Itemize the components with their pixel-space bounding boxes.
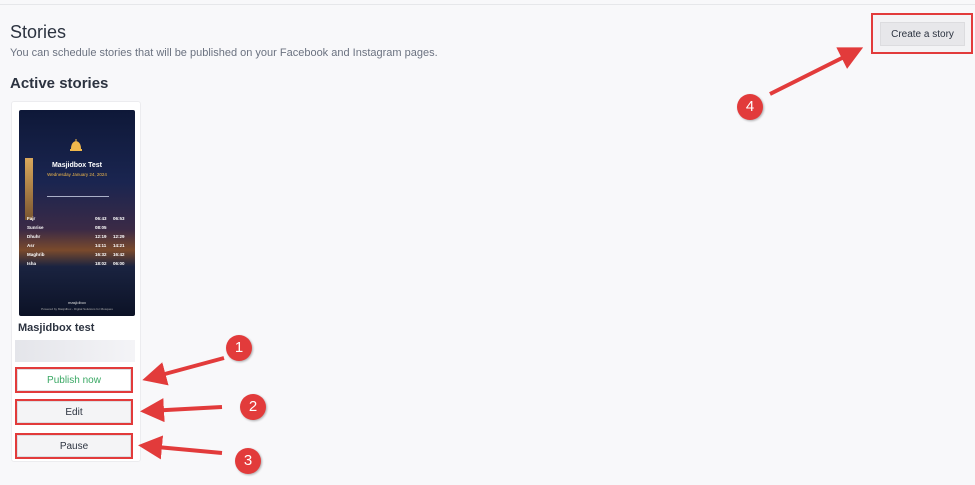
annotation-badge-2: 2 bbox=[240, 394, 266, 420]
story-card: Masjidbox Test Wednesday January 24, 202… bbox=[11, 101, 141, 462]
thumbnail-tagline: Powered by Masjidbox - Digital Solutions… bbox=[41, 307, 113, 311]
pause-highlight: Pause bbox=[15, 433, 133, 459]
thumbnail-divider bbox=[47, 196, 109, 197]
prayer-row: Maghrib 16:32 16:42 bbox=[27, 252, 125, 257]
edit-highlight: Edit bbox=[15, 399, 133, 425]
section-title-active-stories: Active stories bbox=[10, 75, 109, 92]
thumbnail-brand: masjidbox bbox=[67, 300, 86, 305]
thumbnail-date: Wednesday January 24, 2024 bbox=[47, 172, 107, 177]
prayer-row: Asr 14:11 14:21 bbox=[27, 243, 125, 248]
create-story-highlight: Create a story bbox=[871, 13, 973, 54]
story-name: Masjidbox test bbox=[18, 322, 95, 334]
prayer-row: Isha 18:02 06:00 bbox=[27, 261, 125, 266]
prayer-row: Dhuhr 12:19 12:29 bbox=[27, 234, 125, 239]
prayer-row: Fajr 06:43 06:53 bbox=[27, 216, 125, 221]
publish-highlight: Publish now bbox=[15, 367, 133, 393]
thumbnail-title: Masjidbox Test bbox=[51, 162, 103, 169]
annotation-arrows bbox=[138, 47, 864, 460]
pause-button[interactable]: Pause bbox=[17, 435, 131, 457]
arrow-4 bbox=[769, 47, 864, 96]
annotation-badge-3: 3 bbox=[235, 448, 261, 474]
create-story-button[interactable]: Create a story bbox=[880, 22, 965, 46]
edit-button[interactable]: Edit bbox=[17, 401, 131, 423]
dome-icon bbox=[70, 139, 82, 151]
arrow-1 bbox=[142, 356, 225, 386]
prayer-row: Sunrise 08:05 bbox=[27, 225, 107, 230]
loading-placeholder bbox=[15, 340, 135, 362]
page-title: Stories bbox=[10, 22, 67, 42]
top-divider bbox=[0, 4, 975, 5]
arrow-3 bbox=[138, 435, 223, 460]
annotation-badge-1: 1 bbox=[226, 335, 252, 361]
story-thumbnail[interactable]: Masjidbox Test Wednesday January 24, 202… bbox=[19, 110, 135, 316]
annotation-badge-4: 4 bbox=[737, 94, 763, 120]
prayer-times-table: Fajr 06:43 06:53 Sunrise 08:05 Dhuhr 12:19 12… bbox=[27, 214, 131, 268]
page-subtitle: You can schedule stories that will be pu… bbox=[10, 47, 438, 59]
arrow-2 bbox=[140, 398, 223, 423]
publish-now-button[interactable]: Publish now bbox=[17, 369, 131, 391]
